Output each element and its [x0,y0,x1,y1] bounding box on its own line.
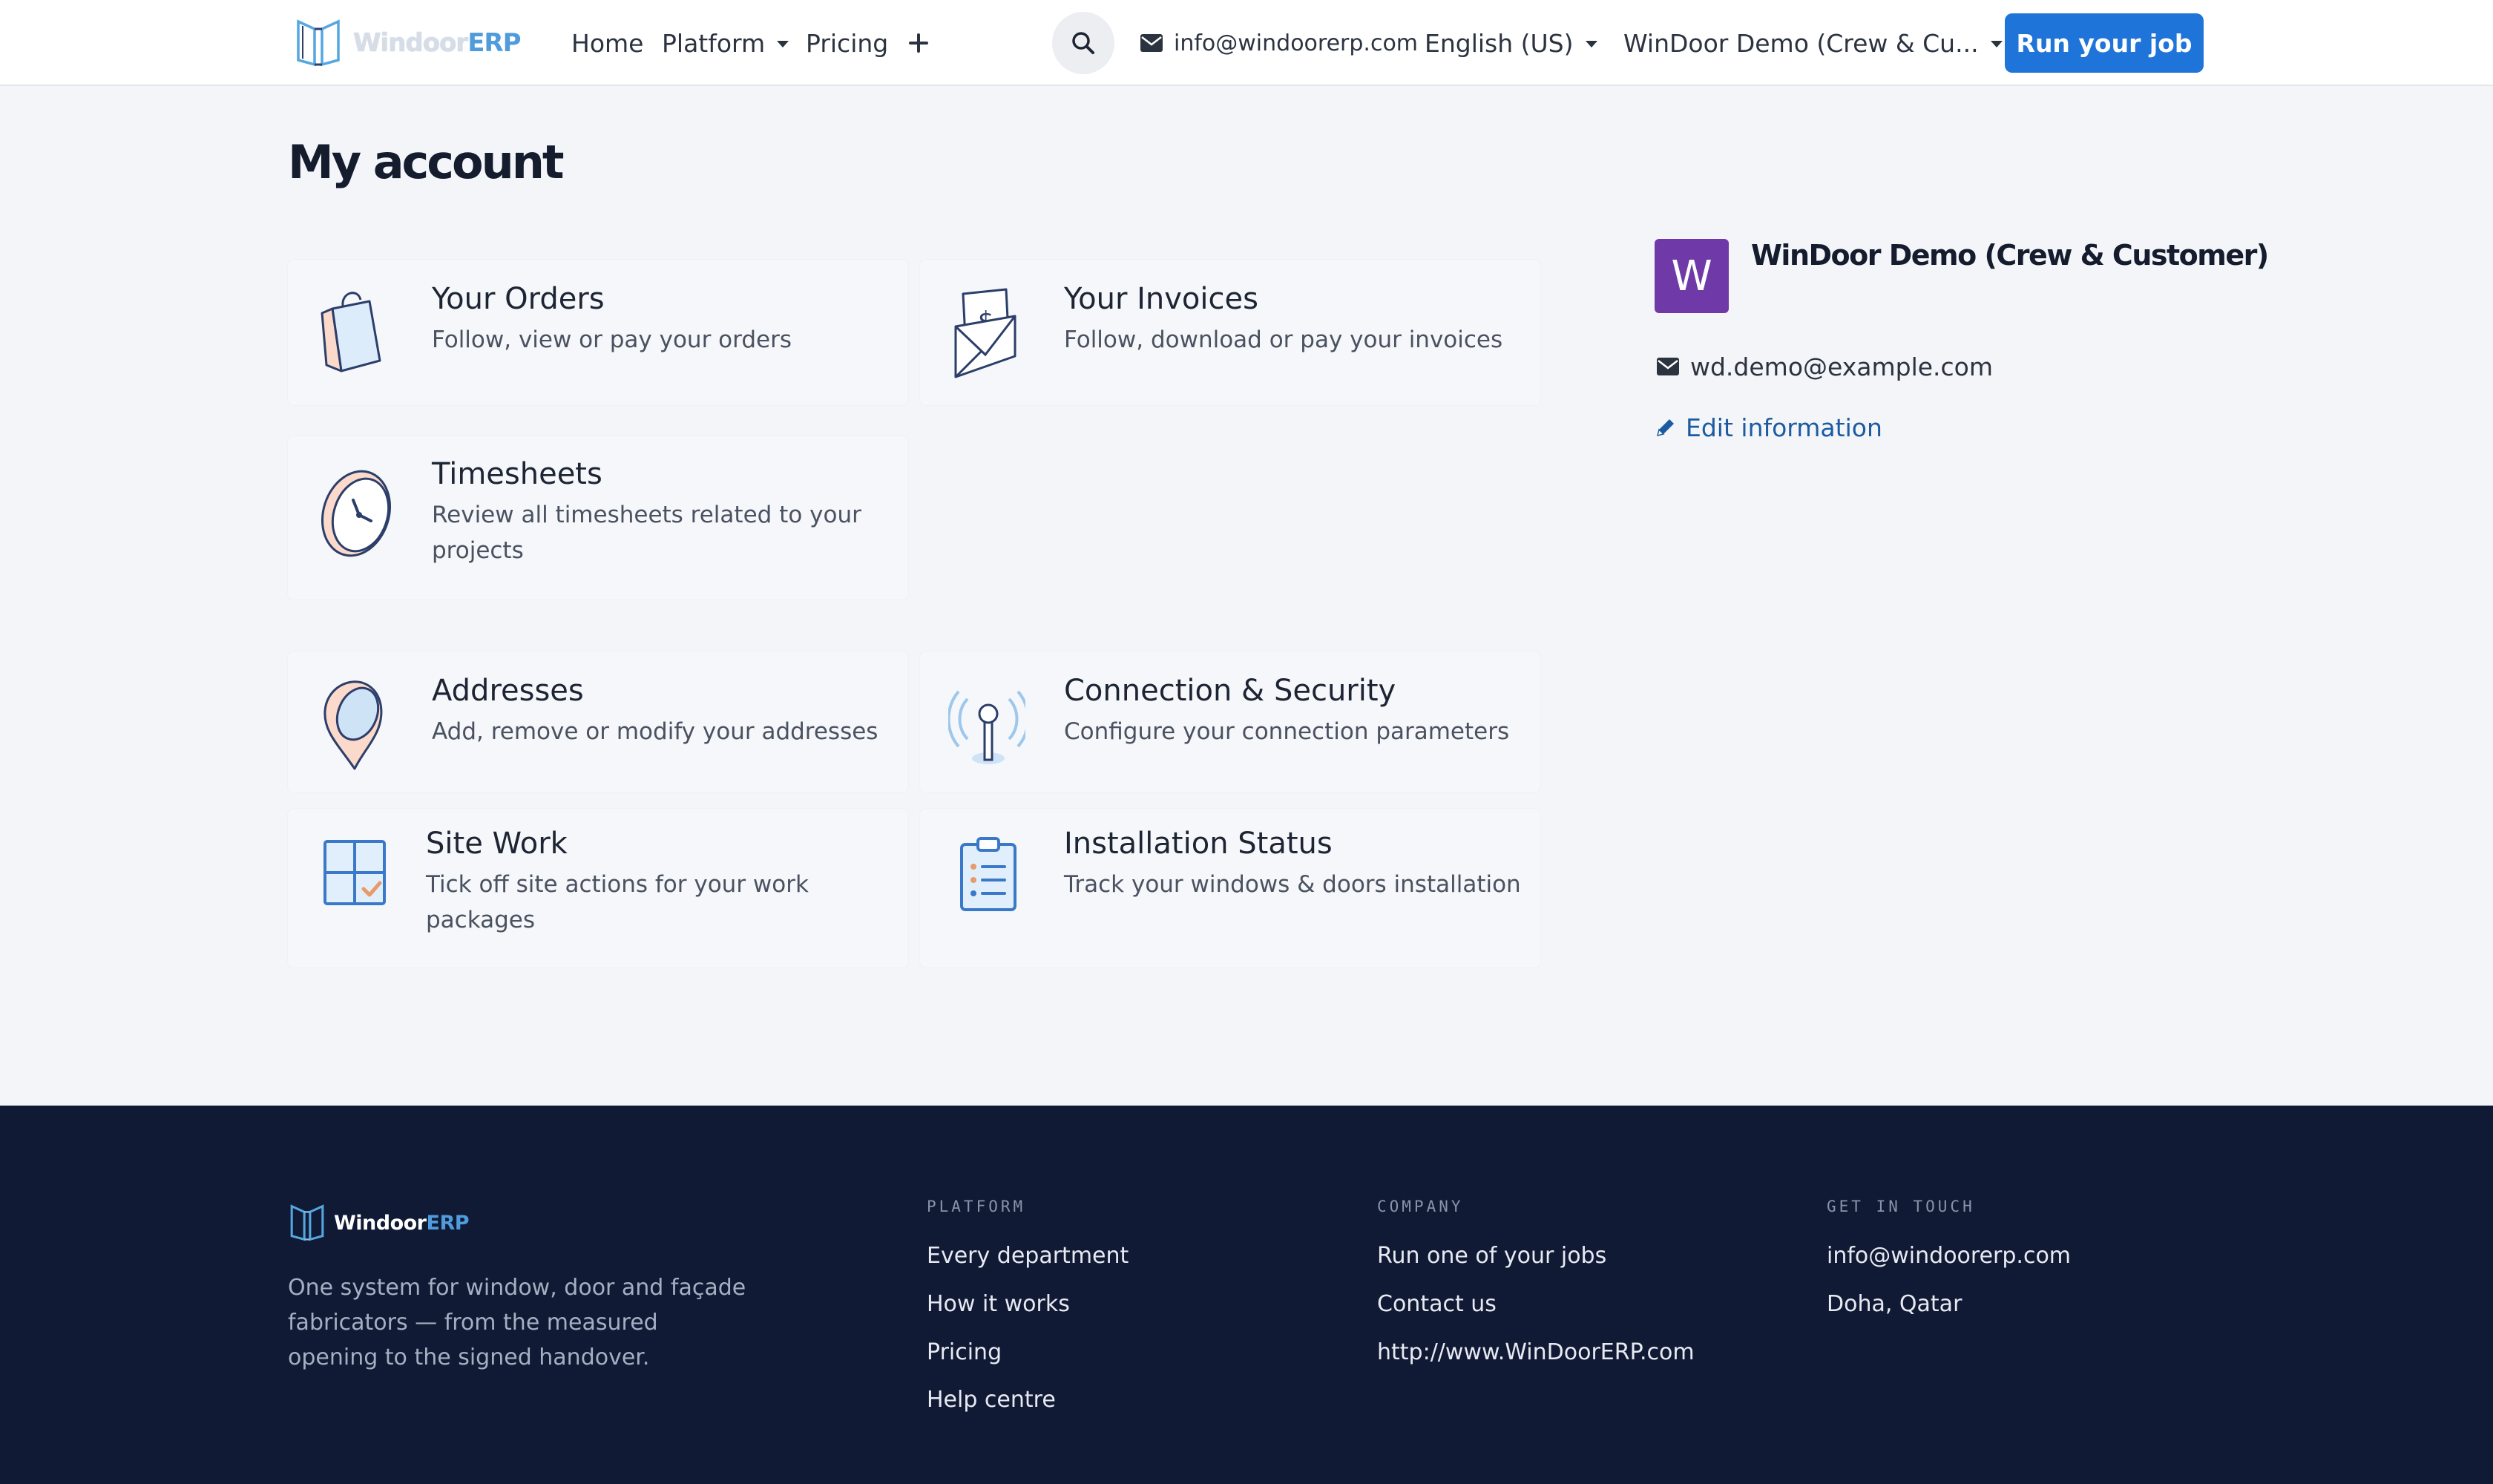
plus-icon [909,33,928,53]
nav-home-link[interactable]: Home [571,25,643,61]
footer-link-website[interactable]: http://www.WinDoorERP.com [1377,1339,1695,1365]
page-title: My account [288,135,565,189]
language-dropdown[interactable]: English (US) [1425,25,1597,61]
chevron-down-icon [1585,40,1597,47]
card-description: Follow, view or pay your orders [432,326,792,353]
avatar: W [1655,239,1729,313]
footer-brand-name: WindoorERP [334,1211,470,1235]
card-installation-status[interactable]: Installation Status Track your windows &… [920,809,1540,968]
card-your-invoices[interactable]: $ Your Invoices Follow, download or pay … [920,260,1540,405]
footer-platform-heading: PLATFORM [927,1198,1026,1215]
footer-logo[interactable]: WindoorERP [289,1202,470,1244]
card-site-work[interactable]: Site Work Tick off site actions for your… [288,809,908,968]
search-button[interactable] [1052,12,1114,74]
nav-platform-dropdown[interactable]: Platform [662,25,789,61]
footer-link-contact-us[interactable]: Contact us [1377,1291,1497,1317]
search-icon [1072,32,1094,54]
pencil-icon [1656,419,1674,437]
card-title: Your Invoices [1064,282,1258,316]
window-door-logo-icon [297,19,340,67]
nav-email-text: info@windoorerp.com [1174,30,1419,56]
card-your-orders[interactable]: Your Orders Follow, view or pay your ord… [288,260,908,405]
map-pin-icon [323,680,383,770]
footer-link-help-centre[interactable]: Help centre [927,1387,1056,1413]
invoice-envelope-icon: $ [954,288,1016,378]
footer-brand-part2: ERP [426,1211,470,1235]
run-your-job-button[interactable]: Run your job [2005,13,2204,73]
footer: WindoorERP One system for window, door a… [0,1106,2493,1484]
envelope-icon [1140,34,1163,52]
top-navbar: WindoorERP Home Platform Pricing info@wi… [0,0,2493,86]
edit-information-link[interactable]: Edit information [1655,410,1882,445]
card-connection-security[interactable]: Connection & Security Configure your con… [920,651,1540,792]
card-title: Installation Status [1064,827,1333,861]
brand-name-part1: Windoor [353,28,468,58]
add-menu-button[interactable] [905,25,932,61]
card-description: Review all timesheets related to your pr… [432,502,861,564]
brand-name-part2: ERP [467,28,521,58]
card-title: Your Orders [432,282,605,316]
footer-link-email[interactable]: info@windoorerp.com [1827,1243,2071,1269]
card-title: Connection & Security [1064,674,1396,708]
account-dropdown[interactable]: WinDoor Demo (Crew & Cu... [1623,25,2003,61]
card-title: Addresses [432,674,584,708]
card-description: Follow, download or pay your invoices [1064,326,1503,353]
card-description: Tick off site actions for your work pack… [426,871,809,933]
window-door-logo-icon [290,1204,324,1241]
language-label: English (US) [1425,28,1574,58]
card-description: Configure your connection parameters [1064,718,1510,745]
account-label: WinDoor Demo (Crew & Cu... [1623,28,1979,58]
edit-information-label: Edit information [1686,413,1882,442]
footer-location: Doha, Qatar [1827,1291,1962,1317]
card-timesheets[interactable]: Timesheets Review all timesheets related… [288,436,908,600]
card-description: Add, remove or modify your addresses [432,718,878,745]
footer-brand-part1: Windoor [334,1211,427,1235]
footer-link-run-job[interactable]: Run one of your jobs [1377,1243,1606,1269]
card-title: Timesheets [432,457,602,491]
footer-contact-heading: GET IN TOUCH [1827,1198,1975,1215]
profile-email: wd.demo@example.com [1656,349,1993,384]
footer-tagline: One system for window, door and façade f… [288,1275,746,1370]
nav-platform-label: Platform [662,28,766,58]
footer-link-pricing[interactable]: Pricing [927,1339,1002,1365]
envelope-icon [1657,358,1679,375]
card-description: Track your windows & doors installation [1064,871,1521,898]
antenna-signal-icon [948,690,1025,764]
brand-name: WindoorERP [353,28,522,58]
footer-link-every-department[interactable]: Every department [927,1243,1129,1269]
profile-name: WinDoor Demo (Crew & Customer) [1751,239,2269,272]
brand-logo[interactable]: WindoorERP [295,16,522,70]
profile-email-text: wd.demo@example.com [1690,352,1994,381]
window-checklist-icon [323,840,386,905]
chevron-down-icon [777,40,789,47]
nav-pricing-link[interactable]: Pricing [806,25,888,61]
clipboard-list-icon [960,837,1016,911]
chevron-down-icon [1990,40,2003,47]
clock-icon [321,470,392,557]
footer-link-how-it-works[interactable]: How it works [927,1291,1070,1317]
footer-company-heading: COMPANY [1377,1198,1464,1215]
nav-email-link[interactable]: info@windoorerp.com [1140,25,1418,61]
card-addresses[interactable]: Addresses Add, remove or modify your add… [288,651,908,792]
shopping-bag-icon [321,292,381,372]
card-title: Site Work [426,827,568,861]
